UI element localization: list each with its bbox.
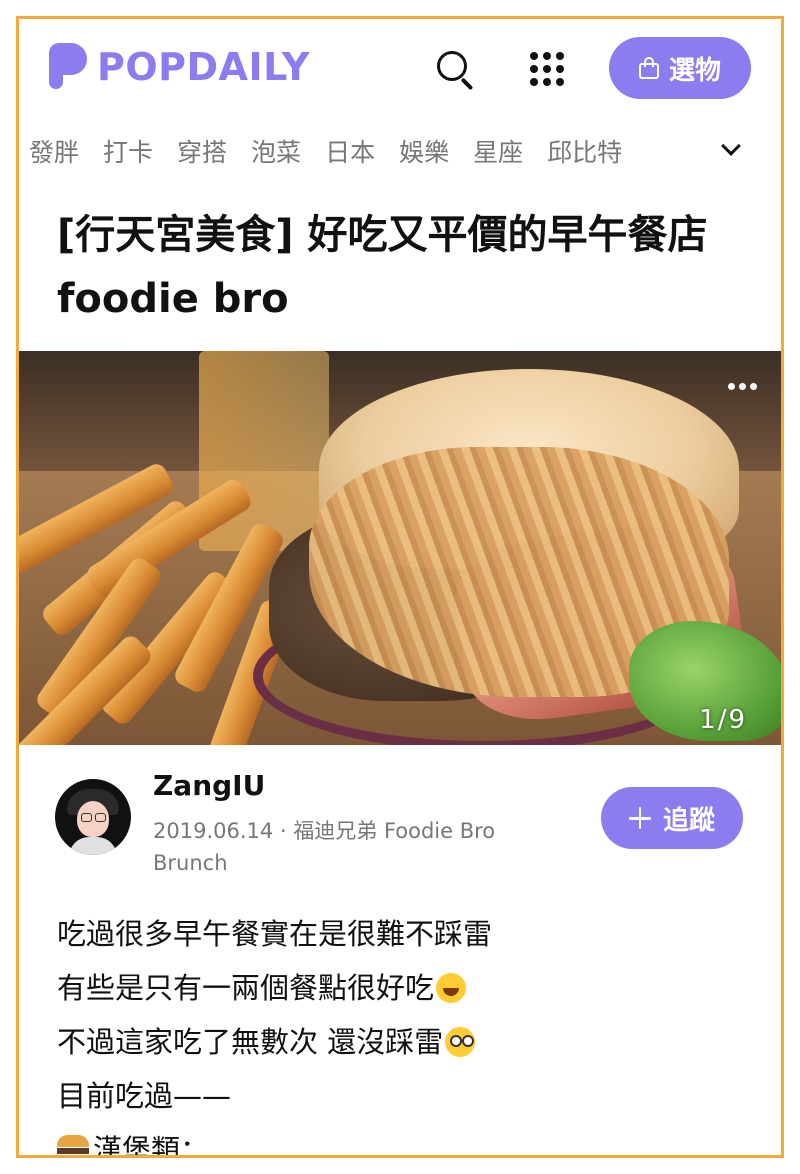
image-counter: 1/9 [699,705,747,735]
post-meta: 2019.06.14 · 福迪兄弟 Foodie Bro Brunch [153,819,496,875]
logo[interactable]: POPDAILY [49,43,310,91]
category-tab[interactable]: 穿搭 [177,133,227,169]
plus-icon [628,807,651,829]
body-line: 有些是只有一兩個餐點很好吃 [57,961,757,1015]
follow-button-label: 追蹤 [662,805,715,836]
avatar[interactable] [55,779,131,855]
body-text: 漢堡類： [93,1133,210,1158]
body-text: 吃過很多早午餐實在是很難不踩雷 [57,917,493,951]
author-name[interactable]: ZangIU [153,769,265,802]
category-tab[interactable]: 日本 [325,133,375,169]
chevron-down-icon[interactable] [719,136,745,163]
body-line: 漢堡類： [57,1123,757,1158]
grid-menu-icon[interactable] [525,47,569,91]
shop-button-label: 選物 [668,55,721,86]
flushed-emoji-icon [445,1027,476,1057]
category-tab[interactable]: 泡菜 [251,133,301,169]
category-nav: 發胖 打卡 穿搭 泡菜 日本 娛樂 星座 邱比特 [19,123,781,179]
top-bar: POPDAILY 選物 [19,19,781,119]
app-frame: POPDAILY 選物 發胖 打卡 穿搭 泡菜 日本 娛樂 星座 邱比特 [行天… [16,16,784,1158]
burger-emoji-icon [57,1135,89,1155]
shopping-bag-icon [638,57,659,79]
logo-text: POPDAILY [97,45,310,89]
laughing-tears-emoji-icon [436,973,467,1003]
logo-icon [49,43,87,91]
category-tab[interactable]: 邱比特 [547,133,622,169]
category-tab[interactable]: 打卡 [103,133,153,169]
shop-button[interactable]: 選物 [609,37,751,99]
category-tab[interactable]: 娛樂 [399,133,449,169]
body-text: 目前吃過—— [57,1079,232,1113]
article-body: 吃過很多早午餐實在是很難不踩雷 有些是只有一兩個餐點很好吃 不過這家吃了無數次 … [57,907,757,1158]
body-line: 吃過很多早午餐實在是很難不踩雷 [57,907,757,961]
more-icon[interactable] [728,383,757,390]
category-tab[interactable]: 發胖 [29,133,79,169]
body-line: 目前吃過—— [57,1069,757,1123]
category-tab[interactable]: 星座 [473,133,523,169]
article-image[interactable]: 1/9 [19,351,781,745]
body-text: 不過這家吃了無數次 還沒踩雷 [57,1025,444,1059]
article-title: [行天宮美食] 好吃又平價的早午餐店 foodie bro [57,212,708,322]
body-line: 不過這家吃了無數次 還沒踩雷 [57,1015,757,1069]
follow-button[interactable]: 追蹤 [601,787,743,849]
search-icon[interactable] [433,47,477,91]
body-text: 有些是只有一兩個餐點很好吃 [57,971,435,1005]
